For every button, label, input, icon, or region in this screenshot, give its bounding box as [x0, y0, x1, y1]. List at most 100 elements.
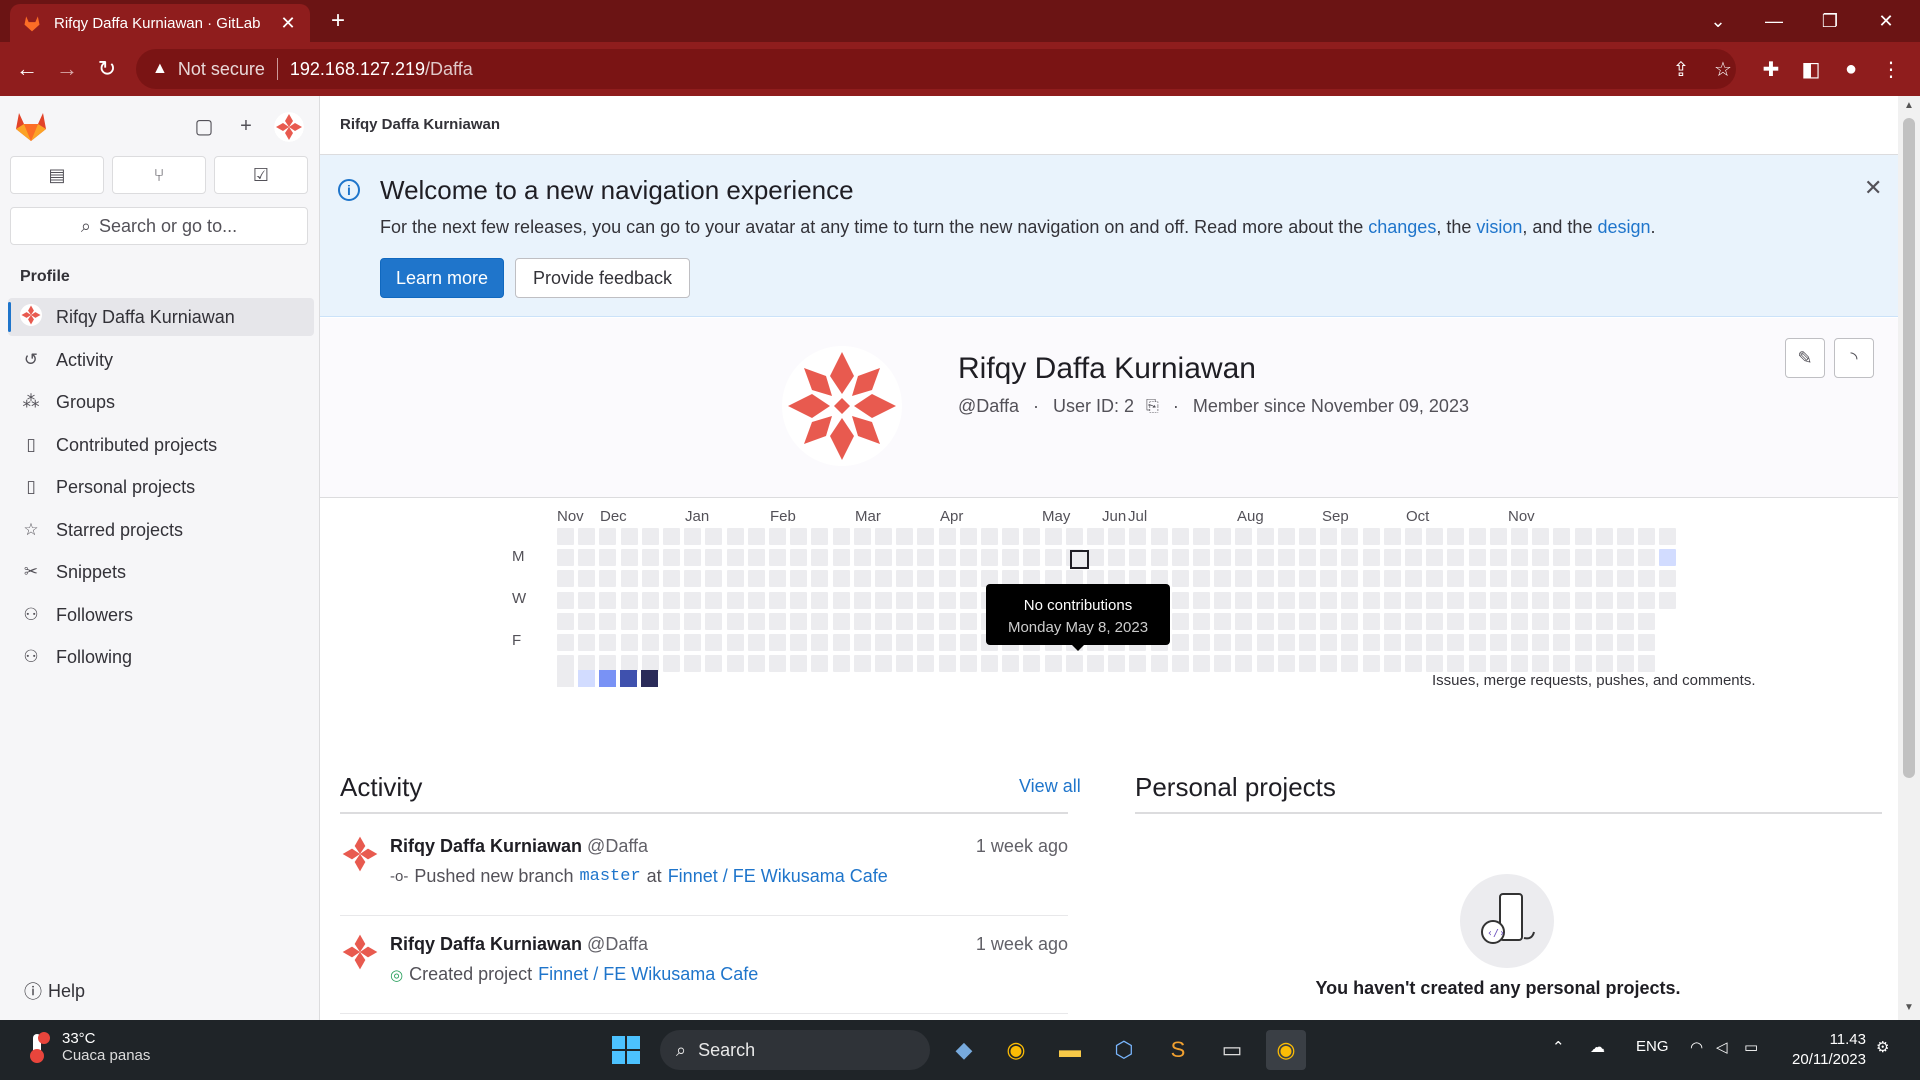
calendar-day-cell[interactable] — [726, 549, 744, 567]
calendar-day-cell[interactable] — [1320, 655, 1338, 673]
calendar-day-cell[interactable] — [1277, 612, 1295, 630]
calendar-day-cell[interactable] — [599, 528, 617, 545]
issues-quick-button[interactable]: ▤ — [10, 156, 104, 194]
calendar-day-cell[interactable] — [981, 655, 998, 673]
calendar-day-cell[interactable] — [663, 634, 680, 651]
calendar-day-cell[interactable] — [705, 612, 723, 630]
calendar-day-cell[interactable] — [747, 528, 765, 545]
calendar-day-cell[interactable] — [1638, 528, 1656, 545]
calendar-day-cell[interactable] — [981, 528, 998, 545]
calendar-day-cell[interactable] — [1277, 655, 1295, 673]
project-link[interactable]: Finnet / FE Wikusama Cafe — [538, 964, 758, 985]
calendar-day-cell[interactable] — [1214, 570, 1232, 588]
calendar-day-cell[interactable] — [1595, 634, 1613, 651]
language-indicator[interactable]: ENG — [1636, 1038, 1669, 1055]
calendar-day-cell[interactable] — [1299, 634, 1316, 651]
calendar-day-cell[interactable] — [811, 570, 829, 588]
calendar-day-cell[interactable] — [1002, 528, 1020, 545]
calendar-day-cell[interactable] — [663, 612, 680, 630]
calendar-day-cell[interactable] — [896, 655, 914, 673]
calendar-day-cell[interactable] — [1341, 634, 1359, 651]
calendar-day-cell[interactable] — [1426, 634, 1444, 651]
terminal-icon[interactable]: ▭ — [1212, 1030, 1252, 1070]
calendar-day-cell[interactable] — [959, 549, 977, 567]
calendar-day-cell[interactable] — [1235, 655, 1253, 673]
calendar-day-cell[interactable] — [578, 634, 596, 651]
calendar-day-cell[interactable] — [1065, 528, 1083, 545]
merge-requests-quick-button[interactable]: ⑂ — [112, 156, 206, 194]
onedrive-icon[interactable]: ☁ — [1590, 1038, 1605, 1056]
calendar-day-cell[interactable] — [790, 570, 808, 588]
windows-start-icon[interactable] — [606, 1030, 646, 1070]
calendar-day-cell[interactable] — [1638, 655, 1656, 673]
calendar-day-cell[interactable] — [938, 549, 956, 567]
changes-link[interactable]: changes — [1368, 217, 1436, 237]
calendar-day-cell[interactable] — [1617, 549, 1634, 567]
calendar-day-cell[interactable] — [1617, 634, 1634, 651]
calendar-day-cell[interactable] — [1447, 570, 1465, 588]
calendar-day-cell[interactable] — [811, 612, 829, 630]
tab-search-icon[interactable]: ⌄ — [1690, 0, 1746, 42]
calendar-day-cell[interactable] — [578, 591, 596, 609]
user-avatar[interactable] — [274, 112, 304, 142]
calendar-day-cell[interactable] — [1659, 570, 1677, 588]
profile-icon[interactable]: ● — [1836, 54, 1866, 84]
calendar-day-cell[interactable] — [1299, 549, 1316, 567]
calendar-day-cell[interactable] — [896, 591, 914, 609]
calendar-day-cell[interactable] — [769, 570, 786, 588]
calendar-day-cell[interactable] — [1447, 549, 1465, 567]
calendar-day-cell[interactable] — [726, 528, 744, 545]
calendar-day-cell[interactable] — [641, 612, 659, 630]
calendar-day-cell[interactable] — [1383, 528, 1401, 545]
calendar-day-cell[interactable] — [1320, 549, 1338, 567]
page-scrollbar[interactable]: ▲ ▼ — [1898, 96, 1920, 1020]
calendar-day-cell[interactable] — [599, 570, 617, 588]
calendar-day-cell[interactable] — [684, 549, 702, 567]
calendar-day-cell[interactable] — [1108, 549, 1126, 567]
calendar-day-cell[interactable] — [811, 549, 829, 567]
calendar-day-cell[interactable] — [1299, 570, 1316, 588]
calendar-day-cell[interactable] — [959, 591, 977, 609]
taskbar-search[interactable]: ⌕ Search — [660, 1030, 930, 1070]
calendar-day-cell[interactable] — [790, 528, 808, 545]
calendar-day-cell[interactable] — [1659, 528, 1677, 545]
calendar-day-cell[interactable] — [1044, 528, 1062, 545]
calendar-day-cell[interactable] — [1426, 570, 1444, 588]
calendar-day-cell[interactable] — [1214, 528, 1232, 545]
calendar-day-cell[interactable] — [705, 570, 723, 588]
calendar-day-cell[interactable] — [981, 549, 998, 567]
calendar-day-cell[interactable] — [1405, 528, 1422, 545]
calendar-day-cell[interactable] — [1574, 549, 1592, 567]
calendar-day-cell[interactable] — [1362, 655, 1380, 673]
calendar-day-cell[interactable] — [1447, 634, 1465, 651]
calendar-day-cell[interactable] — [1362, 591, 1380, 609]
calendar-day-cell[interactable] — [599, 549, 617, 567]
calendar-day-cell[interactable] — [684, 528, 702, 545]
minimize-icon[interactable]: — — [1746, 0, 1802, 42]
calendar-day-cell[interactable] — [620, 549, 638, 567]
calendar-day-cell[interactable] — [1468, 549, 1486, 567]
calendar-day-cell[interactable] — [811, 528, 829, 545]
calendar-day-cell[interactable] — [1214, 549, 1232, 567]
calendar-day-cell[interactable] — [1511, 528, 1528, 545]
calendar-day-cell[interactable] — [1193, 591, 1210, 609]
calendar-day-cell[interactable] — [1383, 549, 1401, 567]
calendar-day-cell[interactable] — [1002, 655, 1020, 673]
calendar-day-cell[interactable] — [1193, 612, 1210, 630]
calendar-day-cell[interactable] — [747, 634, 765, 651]
calendar-day-cell[interactable] — [684, 570, 702, 588]
calendar-day-cell[interactable] — [959, 655, 977, 673]
calendar-day-cell[interactable] — [684, 634, 702, 651]
calendar-day-cell[interactable] — [1532, 634, 1550, 651]
sidebar-item-activity[interactable]: ↺ Activity — [8, 341, 314, 379]
calendar-day-cell[interactable] — [853, 549, 871, 567]
edit-profile-button[interactable]: ✎ — [1785, 338, 1825, 378]
calendar-day-cell[interactable] — [811, 634, 829, 651]
calendar-day-cell[interactable] — [917, 528, 935, 545]
view-all-link[interactable]: View all — [1019, 776, 1081, 797]
calendar-day-cell[interactable] — [663, 528, 680, 545]
calendar-day-cell[interactable] — [875, 655, 892, 673]
calendar-day-cell[interactable] — [1617, 591, 1634, 609]
calendar-day-cell[interactable] — [1299, 528, 1316, 545]
weather-widget[interactable]: 33°C Cuaca panas — [24, 1030, 150, 1064]
